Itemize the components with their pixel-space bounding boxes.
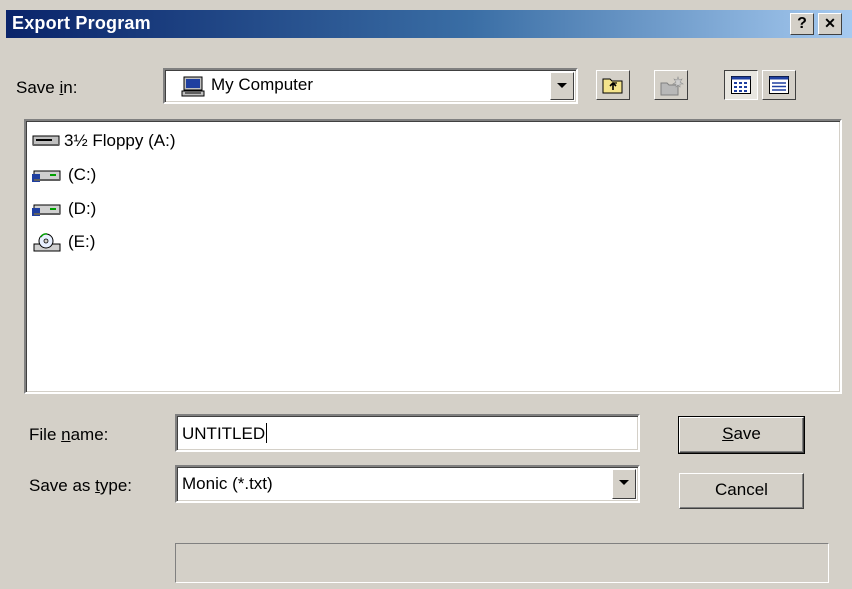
save-in-value: My Computer <box>211 75 314 94</box>
save-in-label-suffix: n: <box>63 78 78 97</box>
file-label: (E:) <box>68 232 96 251</box>
create-new-folder-button[interactable] <box>654 70 688 100</box>
new-folder-icon <box>660 75 684 102</box>
save-in-combo[interactable]: My Computer <box>163 68 578 104</box>
save-button-accel: S <box>722 424 734 443</box>
text-caret <box>266 423 268 443</box>
file-name-input[interactable]: UNTITLED <box>175 414 640 452</box>
save-as-type-label-suffix: ype: <box>99 476 133 495</box>
help-button[interactable]: ? <box>790 13 814 35</box>
cancel-button[interactable]: Cancel <box>679 473 804 509</box>
file-name-value: UNTITLED <box>182 424 266 443</box>
save-as-type-combo[interactable]: Monic (*.txt) <box>175 465 640 503</box>
folder-up-icon <box>602 75 624 100</box>
file-label: 3½ Floppy (A:) <box>64 131 176 150</box>
file-name-label-accel: n <box>61 425 71 444</box>
title-bar[interactable]: Export Program ? ✕ <box>6 10 852 38</box>
save-in-dropdown-button[interactable] <box>550 72 574 100</box>
file-name-label: File name: <box>29 425 108 445</box>
file-label: (D:) <box>68 199 97 218</box>
save-button[interactable]: Save <box>678 416 805 454</box>
file-list[interactable]: 3½ Floppy (A:) (C:) (D:) (E:) <box>24 119 842 394</box>
file-name-text: UNTITLED <box>182 423 268 444</box>
save-as-type-value: Monic (*.txt) <box>182 474 273 493</box>
file-name-label-suffix: ame: <box>70 425 109 444</box>
save-in-label: Save in: <box>16 78 77 98</box>
save-button-label: ave <box>733 424 761 443</box>
save-as-type-dropdown-button[interactable] <box>612 469 636 499</box>
save-as-type-label-prefix: Save as <box>29 476 96 495</box>
details-view-icon <box>769 76 789 99</box>
status-panel <box>175 543 829 583</box>
close-button[interactable]: ✕ <box>818 13 842 35</box>
up-one-level-button[interactable] <box>596 70 630 100</box>
details-view-button[interactable] <box>762 70 796 100</box>
hard-drive-icon <box>32 204 61 216</box>
floppy-drive-icon <box>32 135 60 146</box>
computer-icon <box>181 76 205 103</box>
list-view-button[interactable] <box>724 70 758 100</box>
save-in-label-prefix: Save <box>16 78 60 97</box>
cd-drive-icon <box>33 233 61 252</box>
file-name-label-prefix: File <box>29 425 62 444</box>
window-title: Export Program <box>12 13 151 33</box>
file-label: (C:) <box>68 165 97 184</box>
list-view-icon <box>731 76 751 99</box>
save-as-type-label: Save as type: <box>29 476 132 496</box>
hard-drive-icon <box>32 170 61 182</box>
